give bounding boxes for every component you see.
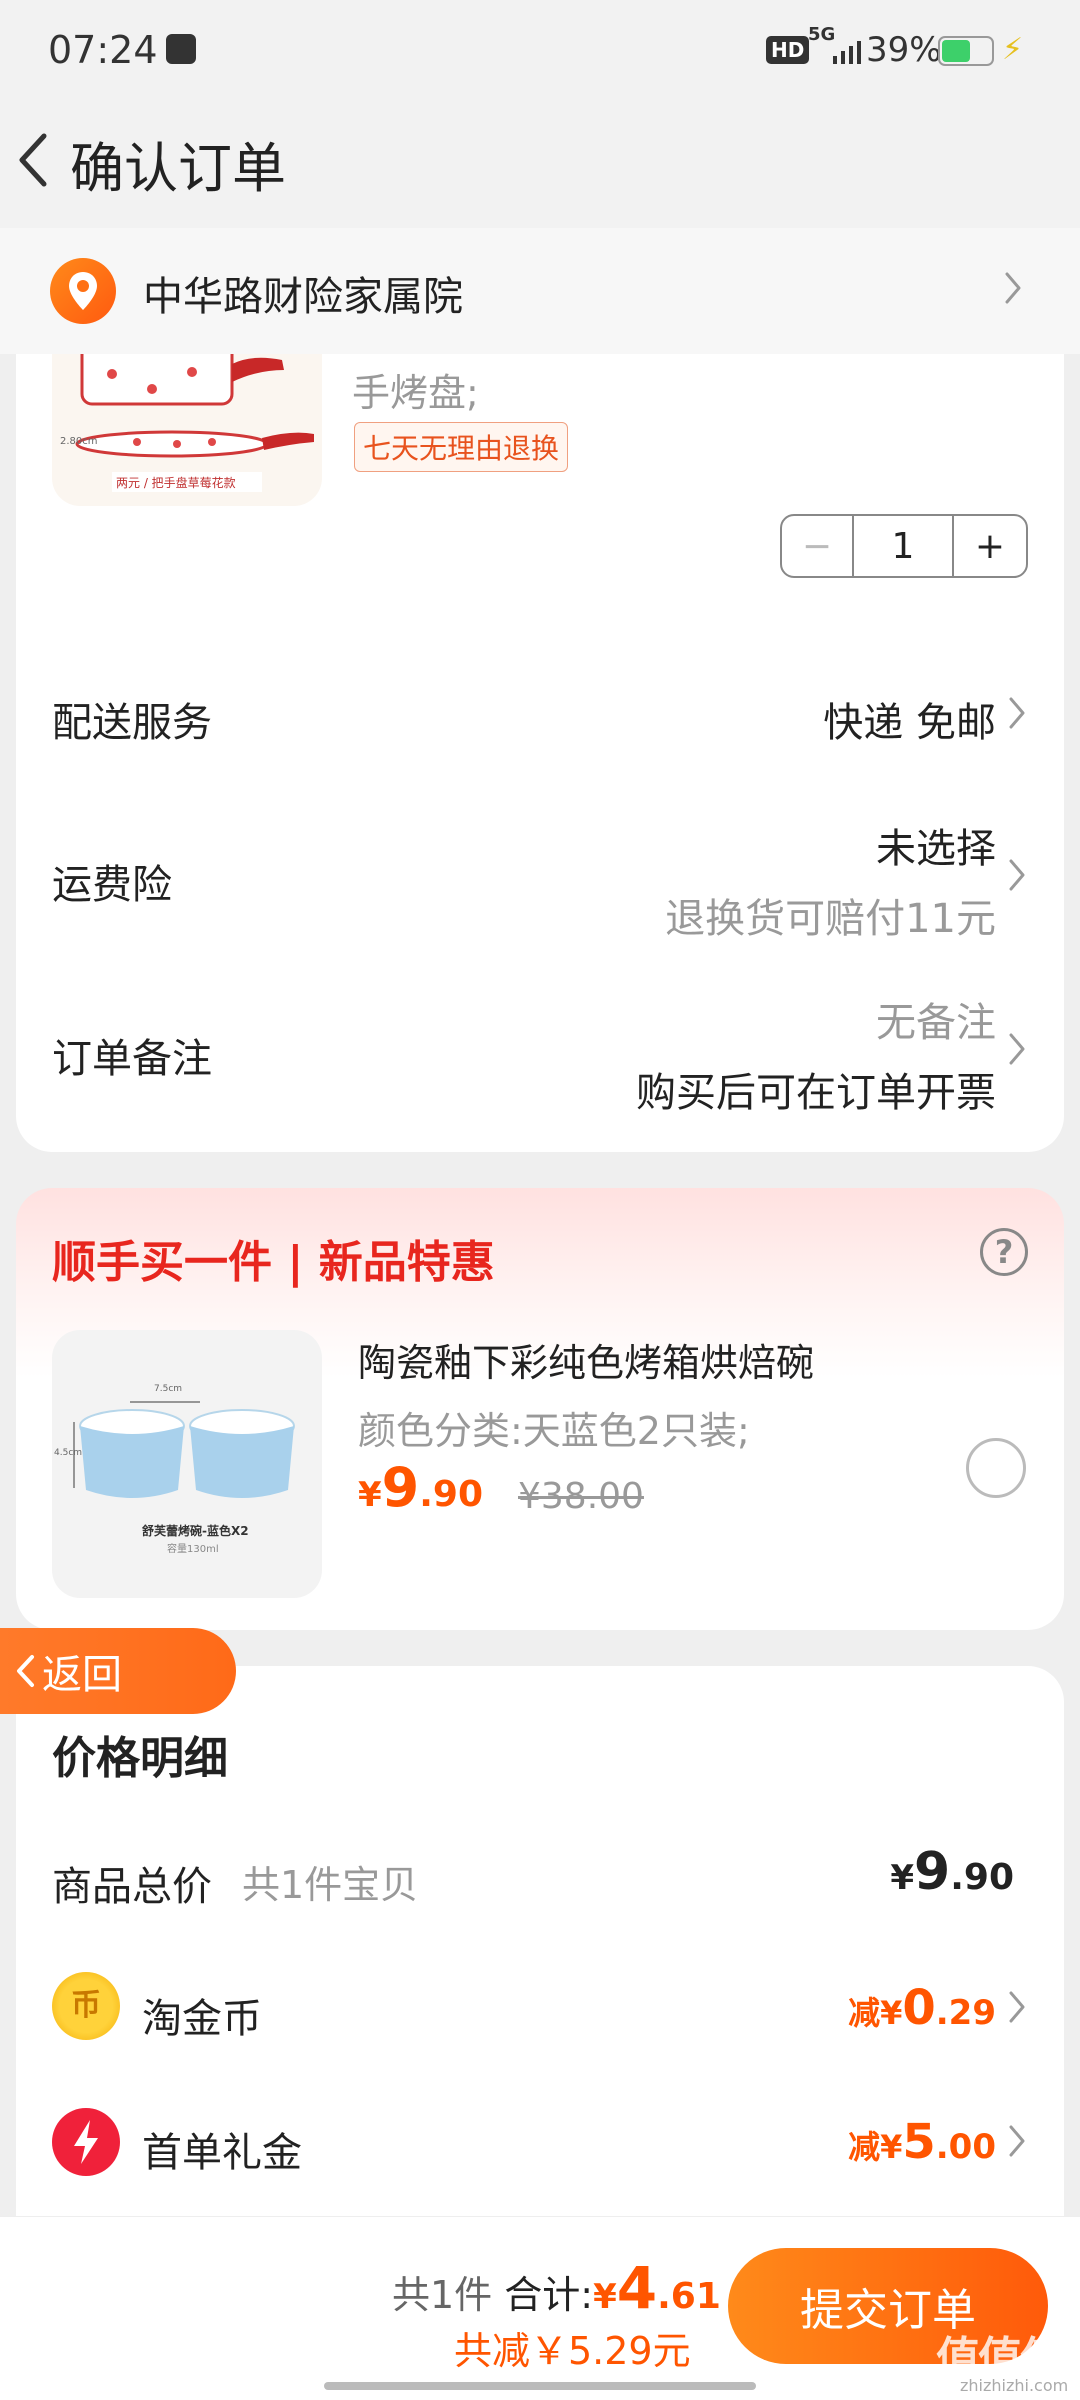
- bowl-height: 4.5cm: [54, 1448, 83, 1458]
- increase-button[interactable]: +: [954, 516, 1026, 576]
- total-label: 合计:: [504, 2273, 594, 2317]
- delivery-value[interactable]: 快递 免邮: [823, 690, 996, 748]
- remark-label: 订单备注: [52, 1036, 212, 1082]
- help-icon[interactable]: ?: [980, 1228, 1028, 1276]
- return-button[interactable]: 返回: [0, 1628, 236, 1714]
- goods-total-value: ¥9.90: [890, 1842, 1014, 1902]
- address-text[interactable]: 中华路财险家属院: [143, 264, 463, 322]
- add-on-select-radio[interactable]: [966, 1438, 1026, 1498]
- chevron-right-icon[interactable]: [1008, 696, 1026, 730]
- thumb-dimension: 2.80cm: [60, 436, 98, 447]
- gift-discount[interactable]: 减¥5.00: [848, 2114, 996, 2170]
- chevron-right-icon[interactable]: [1008, 1990, 1026, 2024]
- add-on-product-spec: 颜色分类:天蓝色2只装;: [358, 1409, 750, 1453]
- chevron-right-icon[interactable]: [1008, 1032, 1026, 1066]
- return-policy-tag: 七天无理由退换: [354, 422, 569, 472]
- charging-icon: ⚡: [1002, 32, 1024, 67]
- page-title: 确认订单: [70, 137, 286, 200]
- coin-discount[interactable]: 减¥0.29: [848, 1980, 996, 2036]
- order-total: 共1件 合计:¥4.61: [392, 2254, 721, 2322]
- add-on-product-name[interactable]: 陶瓷釉下彩纯色烤箱烘焙碗: [358, 1332, 814, 1387]
- gift-label: 首单礼金: [142, 2130, 302, 2176]
- hd-icon: HD: [766, 36, 810, 64]
- status-time: 07:24: [48, 28, 158, 72]
- return-label: 返回: [42, 1652, 122, 1698]
- invoice-hint: 购买后可在订单开票: [636, 1070, 996, 1116]
- remark-value[interactable]: 无备注: [876, 990, 996, 1048]
- decrease-button[interactable]: −: [782, 516, 854, 576]
- signal-icon: [833, 41, 861, 64]
- notification-icon: [166, 34, 196, 64]
- chevron-right-icon[interactable]: [1008, 2124, 1026, 2158]
- total-saved: 共减￥5.29元: [454, 2329, 691, 2373]
- quantity-stepper[interactable]: − 1 +: [780, 514, 1028, 578]
- chevron-right-icon[interactable]: [1008, 858, 1026, 892]
- bowl-thumb-sub: 容量130ml: [167, 1544, 219, 1555]
- bowl-illustration: [73, 1401, 295, 1498]
- insurance-label: 运费险: [52, 862, 172, 908]
- bowl-thumb-caption: 舒芙蕾烤碗-蓝色X2: [142, 1524, 249, 1538]
- taojinbi-coin-icon: 币: [52, 1972, 120, 2040]
- chevron-left-icon: [17, 1655, 34, 1687]
- chevron-right-icon[interactable]: [1003, 270, 1023, 306]
- item-count: 共1件: [392, 2273, 493, 2317]
- bowl-width: 7.5cm: [154, 1384, 183, 1394]
- lightning-gift-icon: [52, 2108, 120, 2176]
- currency-symbol: ¥: [358, 1475, 382, 1515]
- back-arrow-icon[interactable]: [14, 130, 54, 190]
- coin-label: 淘金币: [142, 1996, 262, 2042]
- insurance-value[interactable]: 未选择: [876, 816, 996, 874]
- thumb-caption: 两元 / 把手盘草莓花款: [116, 476, 236, 490]
- add-on-price: ¥9.90: [358, 1456, 483, 1519]
- product-thumbnail[interactable]: 2.80cm 两元 / 把手盘草莓花款: [52, 354, 322, 506]
- original-price: ¥38.00: [518, 1476, 644, 1517]
- price-detail-title: 价格明细: [52, 1733, 228, 1784]
- quantity-value[interactable]: 1: [854, 516, 954, 576]
- battery-percent: 39%: [866, 30, 942, 70]
- battery-icon: [938, 36, 994, 66]
- price-decimal: .90: [419, 1474, 484, 1515]
- product-variant: 手烤盘;: [352, 371, 479, 415]
- goods-total-label: 商品总价: [52, 1864, 212, 1910]
- watermark-url: zhizhizhi.com: [960, 2376, 1069, 2395]
- bowl-thumbnail[interactable]: 7.5cm 4.5cm 舒芙蕾烤碗-蓝色X2 容量130ml: [52, 1330, 322, 1598]
- location-pin-icon: [50, 258, 116, 324]
- delivery-label: 配送服务: [52, 700, 212, 746]
- insurance-hint: 退换货可赔付11元: [665, 896, 996, 942]
- add-on-title: 顺手买一件 | 新品特惠: [52, 1237, 495, 1288]
- price-integer: 9: [381, 1456, 420, 1519]
- goods-count: 共1件宝贝: [242, 1863, 419, 1907]
- home-indicator[interactable]: [324, 2382, 756, 2390]
